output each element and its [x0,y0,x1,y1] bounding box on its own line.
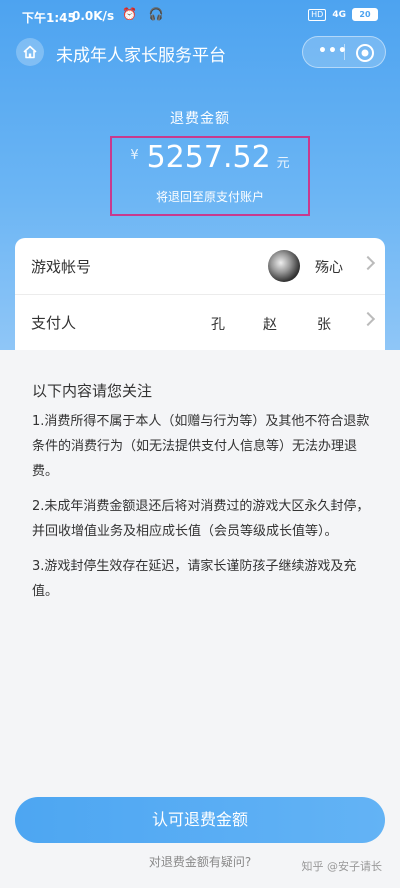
miniprogram-capsule: ••• [302,36,386,68]
refund-destination: 将退回至原支付账户 [155,190,264,204]
redaction-block [333,314,351,350]
amount-unit: 元 [276,156,290,171]
currency-symbol: ¥ [130,148,139,163]
battery-icon: 20 [352,8,378,21]
close-target-icon[interactable] [355,43,375,63]
refund-amount: ¥5257.52 元 [112,140,308,175]
signal-icon: 4G [332,9,346,20]
amount-value: 5257.52 [146,140,271,175]
account-card: 游戏帐号 殇心 支付人 孔 赵 张 [15,238,385,350]
payer-name: 赵 [263,317,277,333]
payer-name: 张 [317,317,331,333]
status-bar: 下午1:45 0.0K/s ⏰ 🎧 HD 4G 20 [0,0,400,30]
home-icon [23,45,37,59]
page-title: 未成年人家长服务平台 [56,46,226,66]
payer-name: 孔 [211,317,225,333]
notice-title: 以下内容请您关注 [32,382,153,400]
game-account-label: 游戏帐号 [31,258,92,276]
navigation-bar: 未成年人家长服务平台 ••• [0,30,400,74]
game-account-name: 殇心 [315,260,343,276]
redaction-block [283,312,303,350]
refund-label: 退费金额 [170,111,230,127]
confirm-refund-button[interactable]: 认可退费金额 [15,797,385,843]
network-speed: 0.0K/s [72,9,115,23]
chevron-right-icon [360,311,376,327]
notice-item: 2.未成年消费金额退还后将对消费过的游戏大区永久封停，并回收增值业务及相应成长值… [32,499,370,539]
game-account-row[interactable]: 游戏帐号 殇心 [15,238,385,295]
capsule-divider [344,44,345,60]
payer-label: 支付人 [31,314,77,332]
status-icons: ⏰ 🎧 [122,7,168,21]
watermark: 知乎 @安子请长 [301,860,383,873]
home-button[interactable] [16,38,44,66]
refund-amount-highlight: ¥5257.52 元 将退回至原支付账户 [110,136,310,216]
notice-item: 1.消费所得不属于本人（如赠与行为等）及其他不符合退款条件的消费行为（如无法提供… [32,414,370,479]
status-time: 下午1:45 [22,11,76,25]
chevron-right-icon [360,255,376,271]
notice-section: 以下内容请您关注 1.消费所得不属于本人（如赠与行为等）及其他不符合退款条件的消… [32,380,372,614]
payer-row[interactable]: 支付人 孔 赵 张 [15,294,385,350]
redaction-block [228,314,248,350]
avatar [268,250,300,282]
notice-item: 3.游戏封停生效存在延迟，请家长谨防孩子继续游戏及充值。 [32,559,357,599]
hd-icon: HD [308,8,327,21]
